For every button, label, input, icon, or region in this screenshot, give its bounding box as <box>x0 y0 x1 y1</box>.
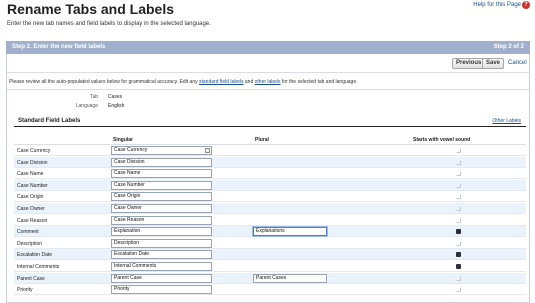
review-text-middle: and <box>243 79 255 85</box>
vowel-sound-checkbox[interactable] <box>456 159 461 165</box>
table-row: Case Owner Case Owner <box>14 203 526 214</box>
field-name: Case Name <box>17 171 44 178</box>
table-row: Case Reason Case Reason <box>14 215 526 226</box>
plural-input[interactable]: Explanations <box>253 227 327 237</box>
other-labels-link[interactable]: Other Labels <box>492 118 521 124</box>
table-row: Case Division Case Division <box>14 156 526 168</box>
table-row: Case Number Case Number <box>14 179 526 191</box>
vowel-sound-checkbox[interactable] <box>456 252 461 258</box>
column-header-vowel: Starts with vowel sound <box>413 137 471 143</box>
save-button[interactable]: Save <box>482 58 505 69</box>
field-name: Internal Comments <box>17 264 60 270</box>
table-row: Description Description <box>14 238 526 249</box>
vowel-sound-checkbox[interactable] <box>456 194 461 200</box>
help-link[interactable]: Help for this Page <box>473 2 521 8</box>
vowel-sound-checkbox[interactable] <box>456 171 461 177</box>
field-name: Case Currency <box>17 148 51 154</box>
step-title: Step 2. Enter the new field labels <box>12 44 106 50</box>
vowel-sound-checkbox[interactable] <box>456 240 461 246</box>
table-row: Comment Explanation Explanations <box>14 226 526 238</box>
other-labels-inline-link[interactable]: other labels <box>255 79 281 85</box>
field-name: Escalation Date <box>17 252 53 259</box>
review-text-after: for the selected tab and language. <box>280 79 358 85</box>
language-value: English <box>108 103 125 109</box>
table-row: Internal Comments Internal Comments <box>14 261 526 272</box>
singular-input[interactable]: Case Currency <box>111 146 212 155</box>
table-row: Case Origin Case Origin <box>14 191 526 203</box>
vowel-sound-checkbox[interactable] <box>456 206 461 211</box>
page-title: Rename Tabs and Labels <box>7 1 175 17</box>
field-name: Parent Case <box>17 275 45 282</box>
intro-text: Enter the new tab names and field labels… <box>7 21 211 27</box>
step-bar: Step 2. Enter the new field labels Step … <box>6 41 530 54</box>
field-name: Case Origin <box>17 194 44 201</box>
cancel-link[interactable]: Cancel <box>508 60 527 66</box>
singular-input[interactable]: Parent Case <box>111 273 212 283</box>
vowel-sound-checkbox[interactable] <box>456 264 461 269</box>
field-name: Case Division <box>17 159 48 166</box>
column-header-singular: Singular <box>113 137 134 143</box>
tab-label: Tab <box>89 94 98 100</box>
table-row: Case Name Case Name <box>14 168 526 180</box>
language-label: Language <box>75 103 98 109</box>
field-name: Case Owner <box>17 206 45 212</box>
singular-input[interactable]: Case Origin <box>111 192 212 202</box>
review-instructions: Please review all the auto-populated val… <box>9 79 358 85</box>
field-name: Case Reason <box>17 217 48 224</box>
singular-input[interactable]: Case Number <box>111 180 212 190</box>
table-row: Parent Case Parent Case Parent Cases <box>14 272 526 284</box>
singular-input[interactable]: Case Name <box>111 169 212 179</box>
table-row: Escalation Date Escalation Date <box>14 249 526 261</box>
vowel-sound-checkbox[interactable] <box>456 148 461 153</box>
standard-field-labels-link[interactable]: standard field labels <box>199 79 243 85</box>
singular-input[interactable]: Case Owner <box>111 204 212 213</box>
review-text-before: Please review all the auto-populated val… <box>9 79 200 85</box>
field-name: Description <box>17 240 43 247</box>
divider <box>7 72 529 73</box>
field-name: Comment <box>17 229 39 236</box>
singular-input[interactable]: Description <box>111 238 212 248</box>
tab-value: Cases <box>108 94 123 100</box>
singular-input[interactable]: Internal Comments <box>111 262 212 271</box>
singular-input[interactable]: Case Reason <box>111 215 212 225</box>
table-row: Priority Priority <box>14 284 526 296</box>
previous-button[interactable]: Previous <box>452 58 486 69</box>
section-title: Standard Field Labels <box>18 118 81 124</box>
singular-input[interactable]: Explanation <box>111 227 212 237</box>
field-name: Priority <box>17 287 33 294</box>
singular-input[interactable]: Escalation Date <box>111 250 212 260</box>
plural-input[interactable]: Parent Cases <box>253 273 327 283</box>
table-row: Case Currency Case Currency <box>14 145 526 156</box>
vowel-sound-checkbox[interactable] <box>456 229 461 235</box>
vowel-sound-checkbox[interactable] <box>456 182 461 188</box>
section-rule <box>14 126 526 127</box>
vowel-sound-checkbox[interactable] <box>456 275 461 281</box>
field-name: Case Number <box>17 182 48 189</box>
question-icon[interactable]: ? <box>522 1 530 9</box>
step-counter: Step 2 of 2 <box>493 44 524 50</box>
vowel-sound-checkbox[interactable] <box>456 287 461 293</box>
singular-input[interactable]: Priority <box>111 285 212 295</box>
column-header-plural: Plural <box>255 137 269 143</box>
lookup-icon[interactable] <box>205 148 210 153</box>
divider <box>7 89 529 90</box>
singular-input[interactable]: Case Division <box>111 157 212 167</box>
vowel-sound-checkbox[interactable] <box>456 217 461 223</box>
